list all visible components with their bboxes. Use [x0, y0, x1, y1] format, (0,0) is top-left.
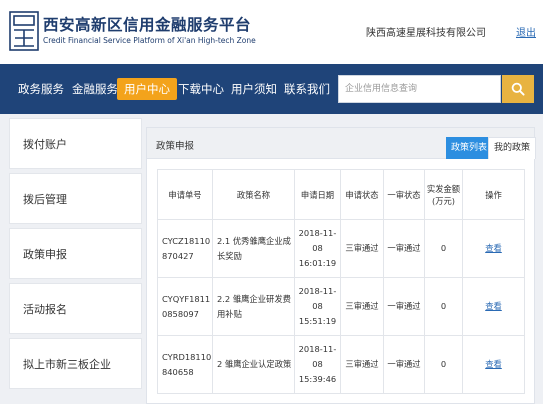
sidebar-item-label: 活动报名 — [23, 303, 67, 316]
sidebar-item-label: 拨付账户 — [23, 138, 67, 151]
sidebar-item-label: 政策申报 — [23, 248, 67, 261]
tab-policy-list[interactable]: 政策列表 — [446, 137, 493, 159]
view-link[interactable]: 查看 — [462, 277, 525, 336]
application-status: 三审通过 — [340, 219, 384, 278]
nav-item-user-notice[interactable]: 用户须知 — [231, 78, 277, 100]
sidebar-item-payment-account[interactable]: 拨付账户 — [9, 118, 142, 169]
view-link[interactable]: 查看 — [462, 335, 525, 394]
policy-application-panel: 政策申报 政策列表 我的政策 申请单号 政策名称 申请日期 申请状态 一审状态 … — [146, 127, 537, 404]
first-review-status: 一审通过 — [383, 277, 425, 336]
table-row: CYRD18110840658 2 雏鹰企业认定政策 2018-11-08 15… — [157, 335, 525, 394]
company-name: 陕西高速星展科技有限公司 — [366, 28, 486, 39]
application-date: 2018-11-08 16:01:19 — [294, 219, 341, 278]
column-header: 政策名称 — [212, 169, 295, 220]
column-header: 申请状态 — [340, 169, 384, 220]
application-status: 三审通过 — [340, 277, 384, 336]
policy-table: 申请单号 政策名称 申请日期 申请状态 一审状态 实发金额(万元) 操作 CYC… — [157, 169, 525, 394]
view-link[interactable]: 查看 — [462, 219, 525, 278]
paid-amount: 0 — [424, 335, 463, 394]
tab-my-policies[interactable]: 我的政策 — [488, 137, 537, 159]
column-header: 一审状态 — [383, 169, 425, 220]
column-header: 操作 — [462, 169, 525, 220]
panel-title: 政策申报 — [156, 141, 195, 152]
application-id: CYRD18110840658 — [157, 335, 213, 394]
first-review-status: 一审通过 — [383, 335, 425, 394]
sidebar-item-policy-application[interactable]: 政策申报 — [9, 228, 142, 279]
main-nav: 政务服务 金融服务 用户中心 下载中心 用户须知 联系我们 — [0, 64, 543, 114]
search-field — [338, 75, 501, 103]
policy-name: 2.1 优秀雏鹰企业成长奖励 — [212, 219, 295, 278]
nav-item-government-services[interactable]: 政务服务 — [18, 78, 64, 100]
table-header-row: 申请单号 政策名称 申请日期 申请状态 一审状态 实发金额(万元) 操作 — [157, 169, 525, 220]
table-row: CYCZ18110870427 2.1 优秀雏鹰企业成长奖励 2018-11-0… — [157, 219, 525, 278]
application-date: 2018-11-08 15:39:46 — [294, 335, 341, 394]
search-button[interactable] — [502, 75, 534, 103]
sidebar-item-label: 拟上市新三板企业 — [23, 358, 111, 371]
table-row: CYQYF18110858097 2.2 雏鹰企业研发费用补贴 2018-11-… — [157, 277, 525, 336]
nav-item-download-center[interactable]: 下载中心 — [178, 78, 224, 100]
policy-name: 2 雏鹰企业认定政策 — [212, 335, 295, 394]
logo-icon — [9, 11, 39, 51]
application-id: CYQYF18110858097 — [157, 277, 213, 336]
sidebar-item-pre-listing-neeq[interactable]: 拟上市新三板企业 — [9, 338, 142, 389]
application-id: CYCZ18110870427 — [157, 219, 213, 278]
nav-item-contact-us[interactable]: 联系我们 — [284, 78, 330, 100]
column-header: 实发金额(万元) — [424, 169, 463, 220]
site-header: 西安高新区信用金融服务平台 Credit Financial Service P… — [0, 0, 543, 64]
column-header: 申请单号 — [157, 169, 213, 220]
panel-header: 政策申报 政策列表 我的政策 — [147, 128, 537, 159]
nav-item-financial-services[interactable]: 金融服务 — [72, 78, 118, 100]
nav-item-user-center[interactable]: 用户中心 — [117, 78, 177, 100]
search-icon — [511, 82, 525, 96]
paid-amount: 0 — [424, 277, 463, 336]
first-review-status: 一审通过 — [383, 219, 425, 278]
sidebar-item-post-payment-management[interactable]: 拨后管理 — [9, 173, 142, 224]
site-title: 西安高新区信用金融服务平台 — [43, 16, 252, 34]
policy-name: 2.2 雏鹰企业研发费用补贴 — [212, 277, 295, 336]
logout-link[interactable]: 退出 — [516, 24, 536, 39]
site-subtitle: Credit Financial Service Platform of Xi'… — [43, 36, 256, 45]
search-input[interactable] — [339, 76, 500, 102]
application-date: 2018-11-08 15:51:19 — [294, 277, 341, 336]
paid-amount: 0 — [424, 219, 463, 278]
sidebar-item-event-registration[interactable]: 活动报名 — [9, 283, 142, 334]
sidebar-item-label: 拨后管理 — [23, 193, 67, 206]
application-status: 三审通过 — [340, 335, 384, 394]
column-header: 申请日期 — [294, 169, 341, 220]
